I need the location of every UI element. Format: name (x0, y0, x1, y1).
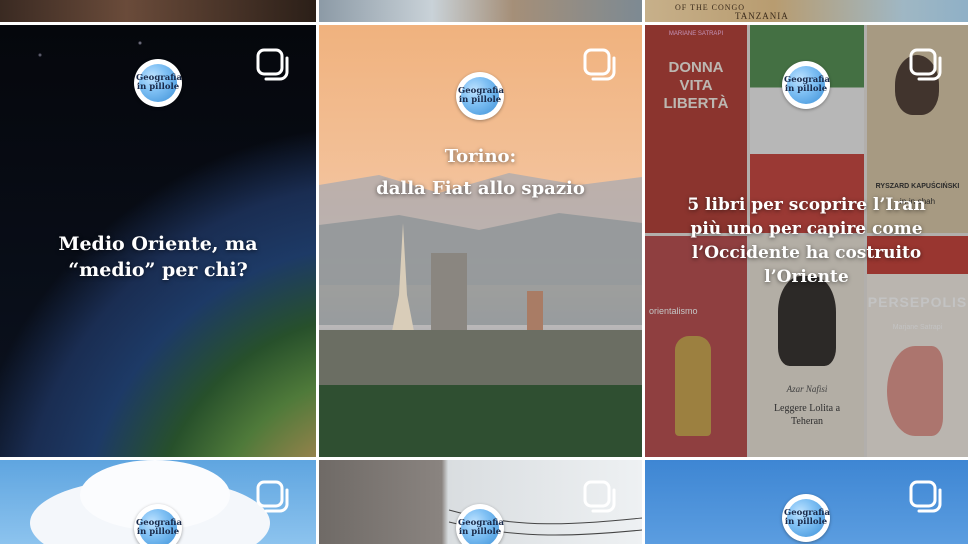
post-title-line: l’Occidente ha costruito (691, 243, 922, 263)
logo-text-line2: in pillole (458, 95, 502, 105)
logo-text-line2: in pillole (784, 517, 828, 527)
post-tile-bottom-3[interactable]: Geografia in pillole (645, 460, 968, 544)
post-tile-torino[interactable]: Geografia in pillole Torino: dalla Fiat a… (319, 25, 642, 457)
map-label: TANZANIA (735, 11, 789, 21)
channel-logo: Geografia in pillole (782, 494, 830, 542)
reel-icon (909, 480, 942, 513)
post-thumbnail (319, 0, 642, 22)
logo-text-line2: in pillole (458, 527, 502, 537)
reel-icon (583, 480, 616, 513)
post-title-line: dalla Fiat allo spazio (376, 178, 585, 199)
post-tile-top-2[interactable] (319, 0, 642, 22)
reel-icon (256, 48, 289, 81)
reel-icon (909, 48, 942, 81)
logo-text-line2: in pillole (136, 527, 180, 537)
post-tile-medio-oriente[interactable]: Geografia in pillole Medio Oriente, ma “m… (0, 25, 316, 457)
reel-icon (256, 480, 289, 513)
post-title: Medio Oriente, ma “medio” per chi? (0, 231, 316, 283)
post-title: Torino: dalla Fiat allo spazio (319, 141, 642, 205)
logo-text-line2: in pillole (784, 84, 828, 94)
post-title-line: l’Oriente (764, 267, 849, 287)
channel-logo: Geografia in pillole (134, 59, 182, 107)
post-tile-top-1[interactable] (0, 0, 316, 22)
channel-logo: Geografia in pillole (782, 61, 830, 109)
post-tile-top-3[interactable]: OF THE CONGO TANZANIA (645, 0, 968, 22)
channel-logo: Geografia in pillole (456, 72, 504, 120)
logo-text-line2: in pillole (136, 82, 180, 92)
post-tile-iran-books[interactable]: MARIANE SATRAPI DONNA VITA LIBERTÀ RYSZA… (645, 25, 968, 457)
post-tile-bottom-2[interactable]: Geografia in pillole (319, 460, 642, 544)
post-title-line: Torino: (444, 146, 517, 167)
post-title-line: 5 libri per scoprire l’Iran (687, 195, 926, 215)
post-title-line: più uno per capire come (690, 219, 923, 239)
channel-logo: Geografia in pillole (456, 504, 504, 544)
channel-logo: Geografia in pillole (134, 504, 182, 544)
post-title: 5 libri per scoprire l’Iran più uno per … (645, 193, 968, 289)
reel-icon (583, 48, 616, 81)
post-title-line: Medio Oriente, ma (58, 233, 258, 255)
post-thumbnail (0, 0, 316, 22)
post-tile-bottom-1[interactable]: Geografia in pillole (0, 460, 316, 544)
post-title-line: “medio” per chi? (68, 259, 248, 281)
